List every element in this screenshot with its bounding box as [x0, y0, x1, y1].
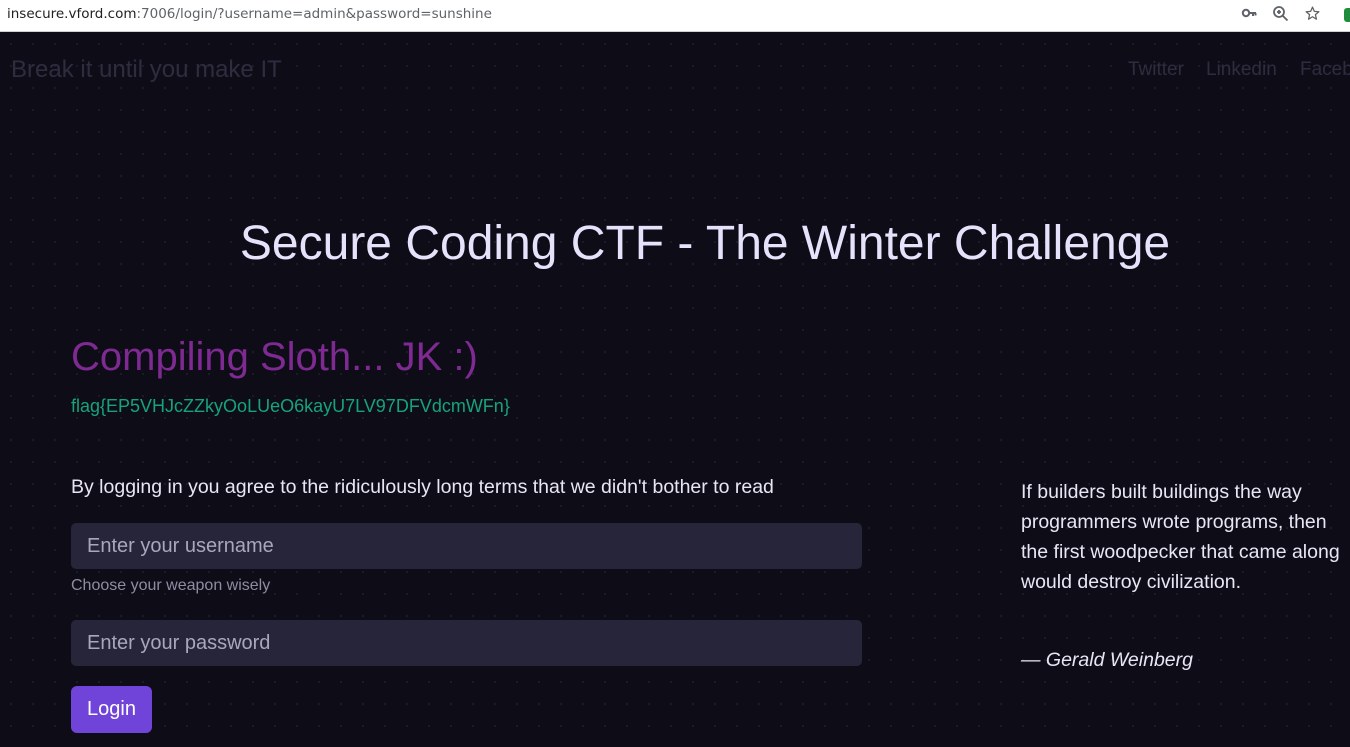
username-input[interactable]	[71, 523, 862, 569]
url-host: insecure.vford.com	[7, 6, 137, 22]
page-body: Break it until you make IT Twitter Linke…	[0, 33, 1350, 747]
navbar-brand[interactable]: Break it until you make IT	[11, 56, 282, 84]
browser-address-bar[interactable]: insecure.vford.com:7006/login/?username=…	[0, 0, 1350, 32]
status-heading: Compiling Sloth... JK :)	[71, 335, 478, 379]
url-path: :7006/login/?username=admin&password=sun…	[136, 6, 492, 22]
key-icon[interactable]	[1239, 5, 1259, 25]
flag-text: flag{EP5VHJcZZkyOoLUeO6kayU7LV97DFVdcmWF…	[71, 396, 510, 416]
login-button[interactable]: Login	[71, 686, 152, 733]
page-title: Secure Coding CTF - The Winter Challenge	[239, 217, 1171, 270]
password-input[interactable]	[71, 620, 862, 666]
extension-icon[interactable]	[1344, 8, 1350, 22]
url-text[interactable]: insecure.vford.com:7006/login/?username=…	[7, 6, 492, 22]
username-hint: Choose your weapon wisely	[71, 577, 271, 594]
terms-text: By logging in you agree to the ridiculou…	[71, 476, 774, 498]
nav-link-twitter[interactable]: Twitter	[1128, 59, 1184, 81]
nav-link-linkedin[interactable]: Linkedin	[1206, 59, 1277, 81]
quote-author: — Gerald Weinberg	[1021, 649, 1193, 671]
star-icon[interactable]	[1302, 5, 1322, 25]
quote-text: If builders built buildings the way prog…	[1021, 481, 1340, 593]
nav-link-facebook[interactable]: Facebook	[1300, 59, 1350, 81]
zoom-icon[interactable]	[1270, 5, 1290, 25]
